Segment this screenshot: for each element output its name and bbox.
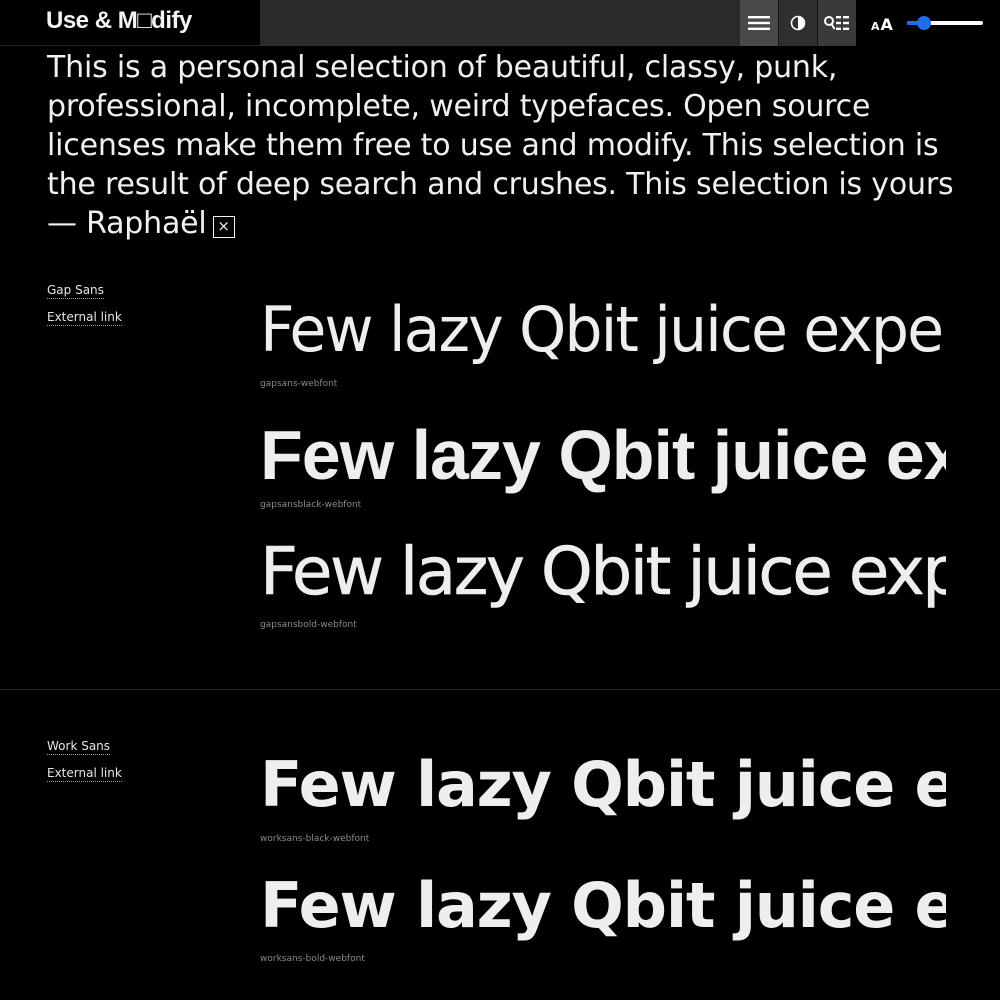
sample-text: Few lazy Qbit juice experts (260, 748, 946, 821)
specimen-sample: Few lazy Qbit juice experts (260, 532, 946, 612)
font-file-caption: gapsans-webfont (260, 379, 338, 389)
font-section-gap-sans: Gap Sans External link Few lazy Qbit jui… (0, 240, 1000, 690)
specimen-sample: Few lazy Qbit juice experts (260, 745, 946, 825)
view-mode-button[interactable] (818, 0, 856, 46)
sample-text: Few lazy Qbit juice experts (260, 416, 946, 494)
sample-text: Few lazy Qbit juice experts (260, 293, 946, 366)
top-bar: Use & M□dify AA (0, 0, 1000, 46)
specimen-sample: Few lazy Qbit juice experts (260, 866, 946, 946)
sample-text: Few lazy Qbit juice experts (260, 869, 946, 942)
font-file-caption: worksans-bold-webfont (260, 954, 365, 964)
close-intro-button[interactable]: × (212, 216, 235, 238)
site-logo[interactable]: Use & M□dify (46, 7, 192, 35)
contrast-toggle-icon (790, 15, 806, 31)
text-size-control: AA (856, 0, 1000, 46)
font-file-caption: worksans-black-webfont (260, 834, 370, 844)
specimen-sample: Few lazy Qbit juice experts (260, 415, 946, 495)
logo-area: Use & M□dify (0, 0, 260, 46)
slider-thumb[interactable] (916, 16, 931, 30)
intro-text: This is a personal selection of beautifu… (47, 50, 954, 241)
intro-paragraph: This is a personal selection of beautifu… (47, 48, 967, 243)
font-name-link[interactable]: Work Sans (47, 739, 111, 755)
specimen-sample: Few lazy Qbit juice experts (260, 292, 946, 370)
contrast-toggle-button[interactable] (779, 0, 817, 46)
text-size-slider[interactable] (906, 16, 983, 30)
external-link[interactable]: External link (47, 766, 122, 782)
font-file-caption: gapsansbold-webfont (260, 620, 357, 630)
font-section-work-sans: Work Sans External link Few lazy Qbit ju… (0, 690, 1000, 1000)
font-name-link[interactable]: Gap Sans (47, 283, 104, 299)
view-mode-icon (824, 16, 849, 30)
text-size-icon: AA (871, 15, 893, 34)
external-link[interactable]: External link (47, 310, 122, 326)
font-file-caption: gapsansblack-webfont (260, 500, 362, 510)
sample-text: Few lazy Qbit juice experts (260, 533, 946, 611)
toolbar-background (260, 0, 740, 46)
menu-button[interactable] (740, 0, 778, 46)
hamburger-menu-icon (748, 16, 770, 30)
